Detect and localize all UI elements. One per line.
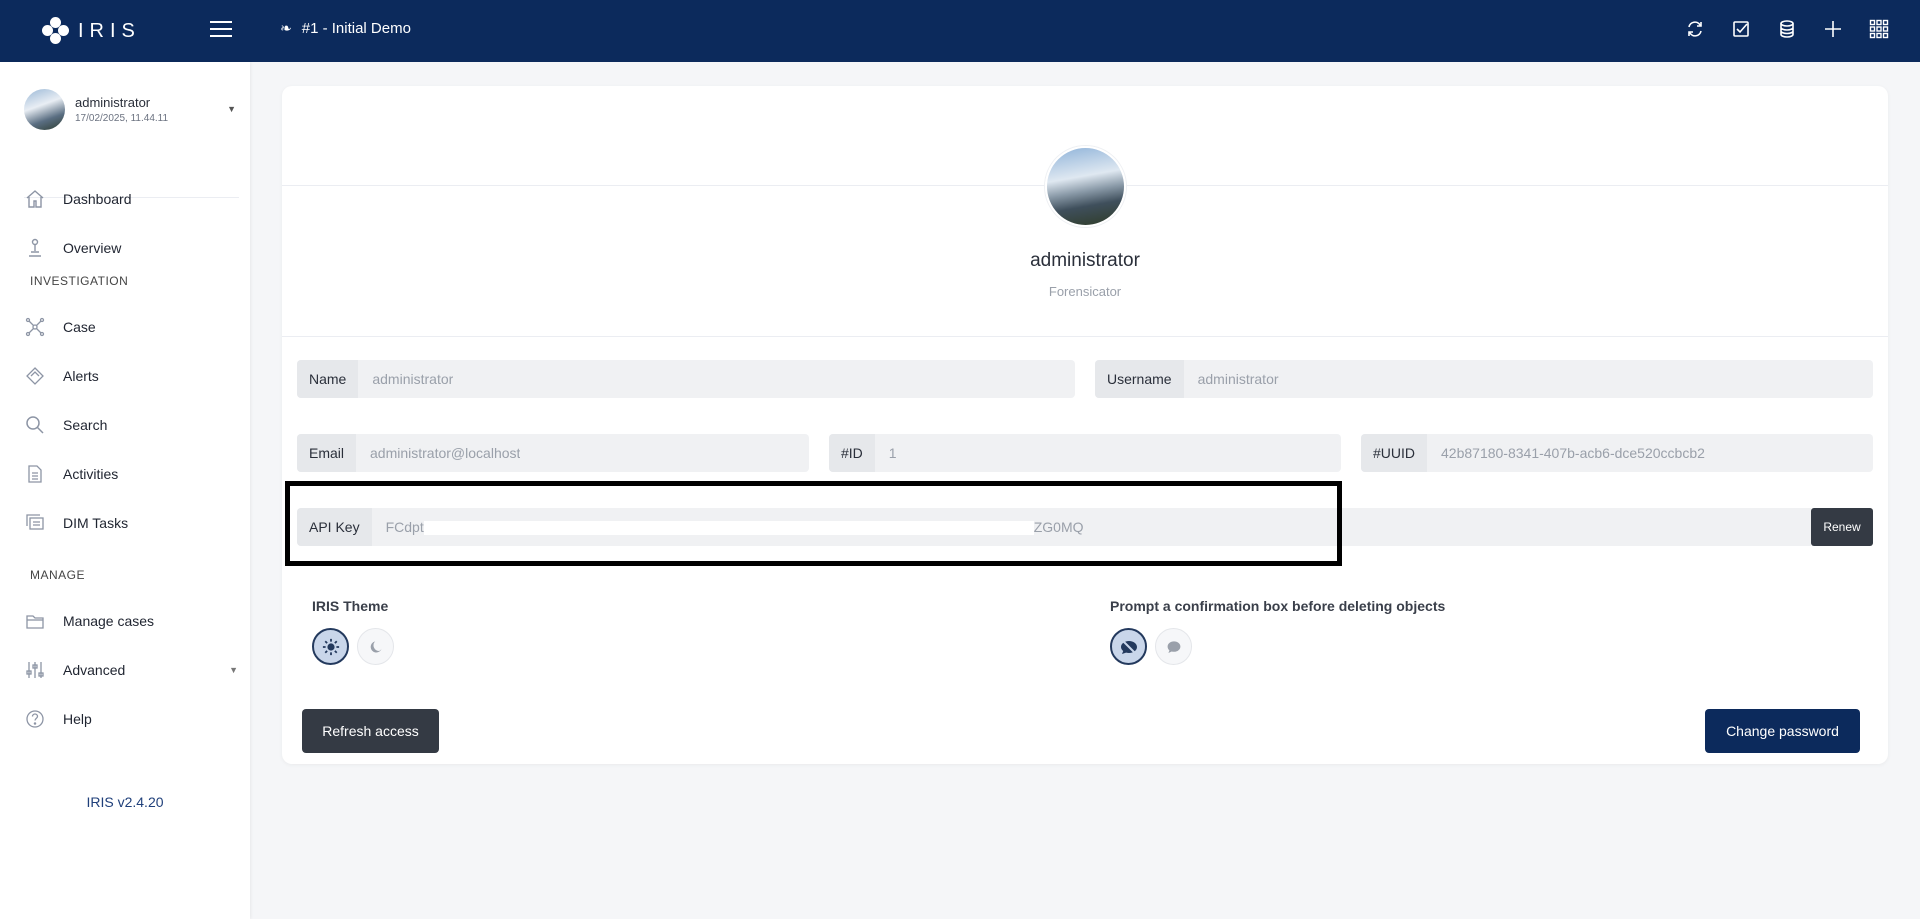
sidebar-user-name: administrator xyxy=(75,94,151,110)
caret-down-icon: ▼ xyxy=(229,665,238,675)
leaf-icon: ❧ xyxy=(280,20,292,36)
sidebar-item-advanced[interactable]: Advanced ▼ xyxy=(24,650,244,690)
sliders-icon xyxy=(24,659,46,681)
menu-toggle-icon[interactable] xyxy=(210,21,232,39)
confirm-enabled-button[interactable] xyxy=(1155,628,1192,665)
profile-avatar xyxy=(1045,146,1126,227)
sidebar-item-manage-cases[interactable]: Manage cases xyxy=(24,601,244,641)
name-label: Name xyxy=(297,360,359,398)
sidebar-item-label: DIM Tasks xyxy=(63,515,129,531)
uuid-label: #UUID xyxy=(1361,434,1428,472)
sidebar-item-label: Dashboard xyxy=(63,191,132,207)
sidebar-user-date: 17/02/2025, 11.44.11 xyxy=(75,112,169,124)
sidebar-item-label: Alerts xyxy=(63,368,99,384)
sidebar-item-search[interactable]: Search xyxy=(24,405,244,445)
sun-icon xyxy=(322,638,339,655)
confirm-label: Prompt a confirmation box before deletin… xyxy=(1110,598,1446,614)
current-case[interactable]: ❧ #1 - Initial Demo xyxy=(280,20,411,37)
username-field[interactable]: Username administrator xyxy=(1095,360,1873,398)
comment-slash-icon xyxy=(1120,638,1137,655)
network-icon xyxy=(24,316,46,338)
sidebar-item-dim-tasks[interactable]: DIM Tasks xyxy=(24,503,244,543)
sidebar-item-dashboard[interactable]: Dashboard xyxy=(24,179,244,219)
id-label: #ID xyxy=(829,434,875,472)
bell-icon xyxy=(24,365,46,387)
email-label: Email xyxy=(297,434,357,472)
sidebar-item-label: Activities xyxy=(63,466,119,482)
version-link[interactable]: IRIS v2.4.20 xyxy=(0,794,250,810)
sidebar-item-label: Overview xyxy=(63,240,122,256)
folder-icon xyxy=(24,610,46,632)
sidebar-item-label: Help xyxy=(63,711,92,727)
file-icon xyxy=(24,463,46,485)
change-password-button[interactable]: Change password xyxy=(1705,709,1860,753)
sync-icon[interactable] xyxy=(1684,18,1706,40)
help-icon xyxy=(24,708,46,730)
confirm-disabled-button[interactable] xyxy=(1110,628,1147,665)
section-manage: MANAGE xyxy=(30,568,86,582)
sidebar-item-alerts[interactable]: Alerts xyxy=(24,356,244,396)
username-label: Username xyxy=(1095,360,1184,398)
email-value: administrator@localhost xyxy=(370,445,521,461)
sidebar-item-label: Search xyxy=(63,417,108,433)
refresh-access-button[interactable]: Refresh access xyxy=(302,709,439,753)
database-icon[interactable] xyxy=(1776,18,1798,40)
light-theme-button[interactable] xyxy=(312,628,349,665)
name-field[interactable]: Name administrator xyxy=(297,360,1075,398)
name-value: administrator xyxy=(372,371,454,387)
sidebar: administrator 17/02/2025, 11.44.11 ▼ Das… xyxy=(0,62,250,919)
section-investigation: INVESTIGATION xyxy=(30,274,129,288)
overview-icon xyxy=(24,237,46,259)
caret-down-icon[interactable]: ▼ xyxy=(227,104,236,114)
tasks-icon xyxy=(24,512,46,534)
email-field[interactable]: Email administrator@localhost xyxy=(297,434,809,472)
theme-label: IRIS Theme xyxy=(312,598,389,614)
search-icon xyxy=(24,414,46,436)
sidebar-item-help[interactable]: Help xyxy=(24,699,244,739)
sidebar-item-activities[interactable]: Activities xyxy=(24,454,244,494)
sidebar-item-label: Advanced xyxy=(63,662,126,678)
sidebar-item-label: Case xyxy=(63,319,96,335)
sidebar-item-label: Manage cases xyxy=(63,613,155,629)
sidebar-item-case[interactable]: Case xyxy=(24,307,244,347)
profile-name: administrator xyxy=(1030,250,1140,271)
id-value: 1 xyxy=(888,445,897,461)
dark-theme-button[interactable] xyxy=(357,628,394,665)
divider xyxy=(282,336,1888,337)
user-menu[interactable]: administrator 17/02/2025, 11.44.11 ▼ xyxy=(24,82,236,136)
home-icon xyxy=(24,188,46,210)
renew-button[interactable]: Renew xyxy=(1811,508,1873,546)
profile-card: administrator Forensicator xyxy=(282,86,1888,764)
uuid-value: 42b87180-8341-407b-acb6-dce520ccbcb2 xyxy=(1441,445,1705,461)
username-value: administrator xyxy=(1197,371,1279,387)
top-navbar: IRIS ❧ #1 - Initial Demo xyxy=(0,0,1920,62)
plus-icon[interactable] xyxy=(1822,18,1844,40)
highlight-box xyxy=(285,481,1342,566)
case-title-text: #1 - Initial Demo xyxy=(301,20,411,37)
iris-logo-icon xyxy=(42,17,70,45)
checkbox-icon[interactable] xyxy=(1730,18,1752,40)
comment-icon xyxy=(1167,640,1180,653)
grid-icon[interactable] xyxy=(1868,18,1890,40)
sidebar-item-overview[interactable]: Overview xyxy=(24,228,244,268)
profile-role: Forensicator xyxy=(1048,284,1122,299)
id-field[interactable]: #ID 1 xyxy=(829,434,1341,472)
brand-name: IRIS xyxy=(78,19,141,42)
uuid-field[interactable]: #UUID 42b87180-8341-407b-acb6-dce520ccbc… xyxy=(1361,434,1873,472)
avatar xyxy=(24,88,65,130)
moon-icon xyxy=(370,640,382,652)
